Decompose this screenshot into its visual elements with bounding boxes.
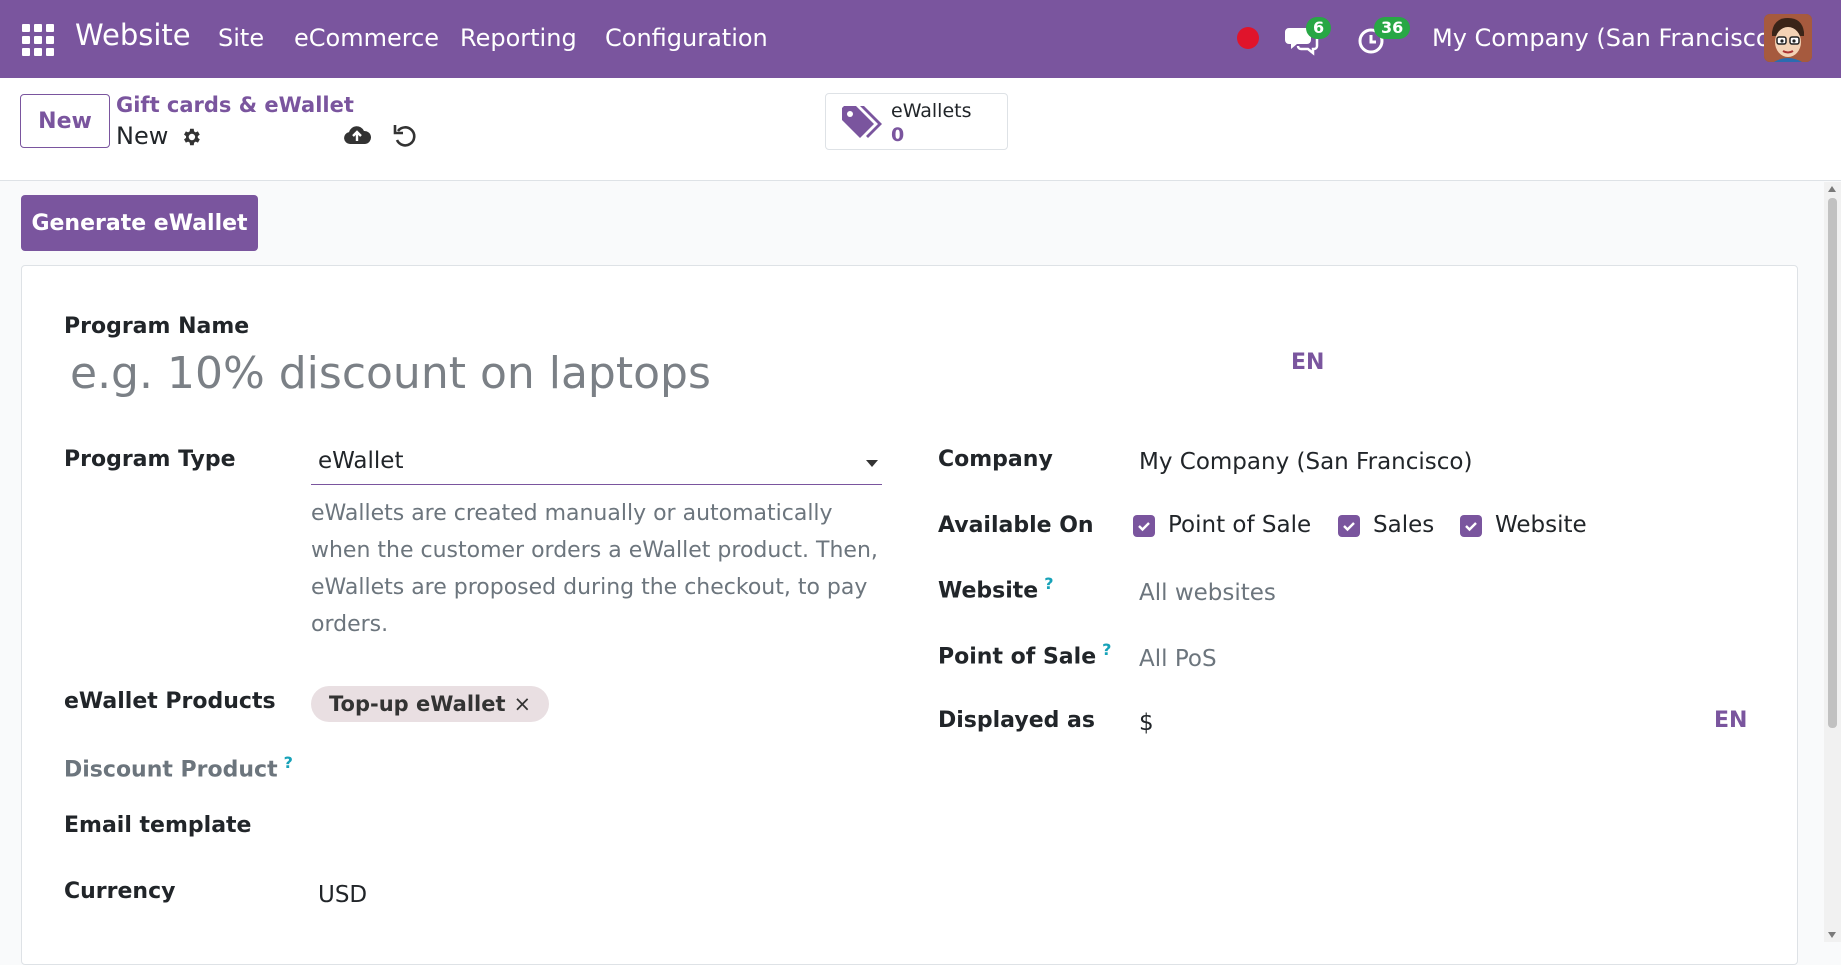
program-type-help-text: eWallets are created manually or automat… xyxy=(311,501,878,637)
company-label: Company xyxy=(938,447,1053,472)
scroll-up-icon[interactable] xyxy=(1828,186,1836,192)
discount-product-label-text: Discount Product xyxy=(64,757,278,783)
available-on-label: Available On xyxy=(938,513,1094,538)
new-button[interactable]: New xyxy=(20,94,110,148)
user-avatar[interactable] xyxy=(1764,14,1812,62)
top-navbar: Website Site eCommerce Reporting Configu… xyxy=(0,0,1841,78)
menu-site[interactable]: Site xyxy=(218,24,264,52)
smart-button-count: 0 xyxy=(891,124,905,146)
menu-configuration[interactable]: Configuration xyxy=(605,24,768,52)
point-of-sale-label: Point of Sale? xyxy=(938,640,1111,669)
sales-checkbox[interactable] xyxy=(1338,515,1360,537)
program-name-language-toggle[interactable]: EN xyxy=(1291,350,1324,375)
help-tooltip-icon[interactable]: ? xyxy=(284,753,293,772)
currency-label: Currency xyxy=(64,879,176,904)
website-label-text: Website xyxy=(938,578,1039,604)
messages-count-badge: 6 xyxy=(1306,17,1332,39)
website-checkbox[interactable] xyxy=(1460,515,1482,537)
ewallet-product-tag-label: Top-up eWallet xyxy=(329,692,506,716)
smart-button-label: eWallets xyxy=(891,100,972,122)
help-tooltip-icon[interactable]: ? xyxy=(1102,640,1111,659)
gear-icon[interactable] xyxy=(180,126,202,148)
remove-tag-icon[interactable]: × xyxy=(514,692,532,716)
breadcrumb[interactable]: Gift cards & eWallet xyxy=(116,93,354,117)
displayed-as-input[interactable]: $ xyxy=(1139,710,1154,736)
scrollbar-thumb[interactable] xyxy=(1828,198,1837,728)
company-value[interactable]: My Company (San Francisco) xyxy=(1139,449,1472,475)
program-name-input[interactable]: e.g. 10% discount on laptops xyxy=(70,348,711,399)
displayed-as-language-toggle[interactable]: EN xyxy=(1714,708,1747,733)
ewallets-smart-button[interactable]: eWallets 0 xyxy=(825,93,1008,150)
activities-count-badge: 36 xyxy=(1374,17,1411,39)
currency-value[interactable]: USD xyxy=(318,882,367,908)
tags-icon xyxy=(840,104,882,140)
scroll-down-icon[interactable] xyxy=(1828,932,1836,938)
record-name: New xyxy=(116,122,169,150)
website-checkbox-label: Website xyxy=(1495,512,1587,538)
generate-ewallet-button[interactable]: Generate eWallet xyxy=(21,195,258,251)
checkmark-icon xyxy=(1343,522,1355,532)
ewallet-product-tag: Top-up eWallet × xyxy=(311,686,550,722)
email-template-label: Email template xyxy=(64,813,252,838)
page-scrollbar[interactable] xyxy=(1824,182,1841,942)
recording-indicator-icon[interactable] xyxy=(1237,27,1259,49)
program-type-value: eWallet xyxy=(318,448,404,474)
program-name-label: Program Name xyxy=(64,314,250,339)
website-select[interactable]: All websites xyxy=(1139,580,1276,606)
company-switcher[interactable]: My Company (San Francisco) xyxy=(1432,24,1780,52)
program-type-label: Program Type xyxy=(64,447,236,472)
menu-reporting[interactable]: Reporting xyxy=(460,24,577,52)
sales-checkbox-label: Sales xyxy=(1373,512,1435,538)
point-of-sale-checkbox[interactable] xyxy=(1133,515,1155,537)
chevron-down-icon xyxy=(866,460,878,467)
point-of-sale-select[interactable]: All PoS xyxy=(1139,646,1217,672)
menu-ecommerce[interactable]: eCommerce xyxy=(294,24,439,52)
displayed-as-label: Displayed as xyxy=(938,708,1095,733)
discard-undo-icon[interactable] xyxy=(392,122,418,150)
ewallet-products-label: eWallet Products xyxy=(64,689,276,714)
checkmark-icon xyxy=(1138,522,1150,532)
app-name[interactable]: Website xyxy=(75,18,191,52)
website-label: Website? xyxy=(938,574,1054,603)
cloud-upload-save-icon[interactable] xyxy=(342,122,372,150)
help-tooltip-icon[interactable]: ? xyxy=(1044,574,1053,593)
point-of-sale-checkbox-label: Point of Sale xyxy=(1168,512,1312,538)
apps-menu-icon[interactable] xyxy=(22,24,54,56)
program-type-select[interactable]: eWallet xyxy=(311,444,882,485)
checkmark-icon xyxy=(1465,522,1477,532)
discount-product-label: Discount Product? xyxy=(64,753,293,782)
point-of-sale-label-text: Point of Sale xyxy=(938,644,1097,670)
